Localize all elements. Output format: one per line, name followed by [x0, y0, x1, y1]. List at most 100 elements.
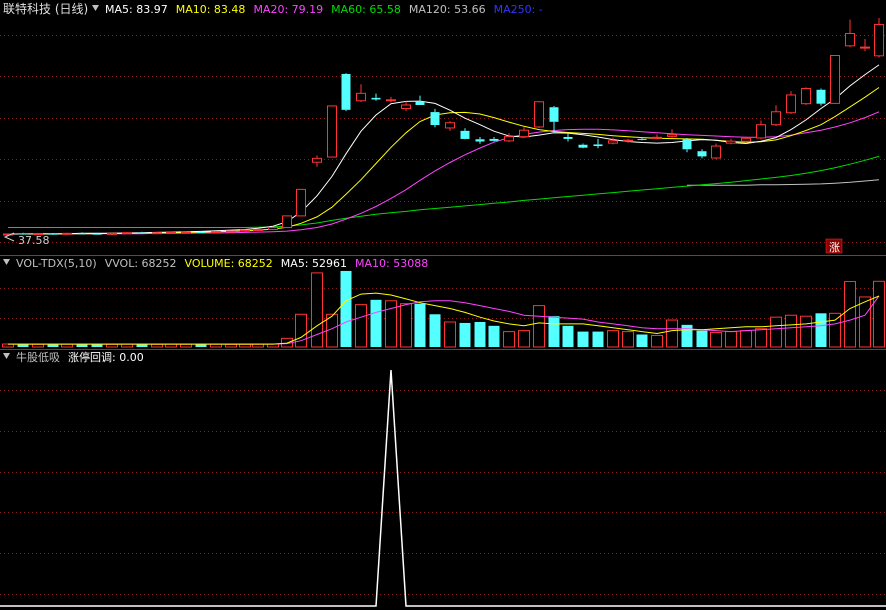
candle [401, 101, 411, 112]
volume-bar [32, 343, 44, 348]
candle [816, 88, 826, 106]
candle [697, 149, 707, 159]
candle-body [282, 215, 292, 229]
candle-body [608, 140, 618, 144]
volume-bar [239, 343, 251, 348]
candle-body [578, 144, 588, 148]
candle-body [697, 151, 707, 157]
moving-average-lines [8, 64, 880, 235]
candle-body [137, 232, 147, 234]
volume-bar [488, 325, 500, 347]
candle [77, 232, 87, 235]
volume-bar [195, 344, 207, 347]
candle-body [327, 105, 337, 158]
candle [860, 39, 870, 52]
candle-body [211, 231, 221, 234]
ma-label-3: MA60: 65.58 [331, 3, 401, 16]
candle-body [711, 145, 721, 159]
collapse-triangle-icon[interactable] [3, 259, 10, 265]
candle [211, 231, 221, 234]
candle [253, 228, 263, 232]
volume-bar [533, 305, 545, 348]
collapse-triangle-icon[interactable] [3, 353, 10, 359]
volume-bar [91, 344, 103, 347]
candle [107, 232, 117, 235]
volume-label-0: VOL-TDX(5,10) [16, 257, 97, 270]
candle [801, 87, 811, 105]
candle [786, 91, 796, 115]
candle [226, 230, 236, 233]
candle-body [816, 89, 826, 104]
volume-legend: VOL-TDX(5,10) VVOL: 68252 VOLUME: 68252 MA5… [16, 257, 428, 270]
ma120-line [687, 179, 880, 186]
volume-bars [2, 270, 885, 348]
volume-bar [370, 299, 382, 347]
candle-body [107, 232, 117, 235]
candle-body [519, 129, 529, 138]
candle-body [845, 33, 855, 47]
ma-label-1: MA10: 83.48 [176, 3, 246, 16]
candle [181, 231, 191, 234]
candle [62, 232, 72, 235]
candle-body [77, 233, 87, 235]
candle-body [445, 122, 455, 129]
volume-label-4: MA10: 53088 [355, 257, 428, 270]
candle [711, 143, 721, 160]
candle-body [296, 188, 306, 217]
ma-label-2: MA20: 79.19 [253, 3, 323, 16]
volume-bar [577, 331, 589, 347]
candle-body [504, 136, 514, 142]
collapse-triangle-icon[interactable] [92, 5, 99, 11]
candle [756, 120, 766, 140]
candle-body [181, 231, 191, 234]
ma-label-4: MA120: 53.66 [409, 3, 486, 16]
volume-bar [636, 334, 648, 347]
candle-body [756, 124, 766, 139]
volume-bar [696, 330, 708, 347]
candle [549, 105, 559, 134]
volume-bar [873, 280, 885, 348]
candle-body [196, 232, 206, 234]
volume-bar [666, 319, 678, 348]
volume-bar [562, 325, 574, 347]
volume-bar [592, 331, 604, 347]
candle [415, 95, 425, 105]
candle-body [549, 107, 559, 122]
candle-body [401, 104, 411, 110]
volume-label-2: VOLUME: 68252 [185, 257, 273, 270]
candle [341, 73, 351, 112]
volume-bar [859, 296, 871, 348]
volume-bar [355, 304, 367, 348]
volume-bar [47, 344, 59, 347]
volume-bar [844, 281, 856, 348]
candle [166, 231, 176, 234]
candle-body [652, 136, 662, 139]
volume-bar [180, 343, 192, 348]
candle-body [623, 139, 633, 142]
candle [137, 231, 147, 234]
volume-bar [651, 334, 663, 348]
candle-body [240, 229, 250, 232]
volume-bar [607, 330, 619, 348]
candle [652, 134, 662, 140]
limit-up-badge-text: 涨 [829, 241, 840, 254]
candle [578, 143, 588, 149]
candle-body [356, 92, 366, 102]
signal-label-1: 涨停回调: 0.00 [68, 350, 144, 364]
signal-polyline [0, 369, 886, 607]
candle-body [253, 228, 263, 231]
volume-bar [829, 312, 841, 348]
candle-body [460, 130, 470, 139]
candle-body [801, 87, 811, 105]
ma-label-0: MA5: 83.97 [105, 3, 168, 16]
price-header: 联特科技 (日线) MA5: 83.97 MA10: 83.48 MA20: 79.… [3, 1, 543, 16]
candle [623, 138, 633, 143]
candle [268, 226, 278, 231]
candle [312, 155, 322, 167]
candle-body [62, 232, 72, 235]
candle [152, 232, 162, 235]
candle [771, 105, 781, 126]
volume-bar [755, 328, 767, 348]
volume-bar [429, 314, 441, 347]
candle [122, 232, 132, 235]
